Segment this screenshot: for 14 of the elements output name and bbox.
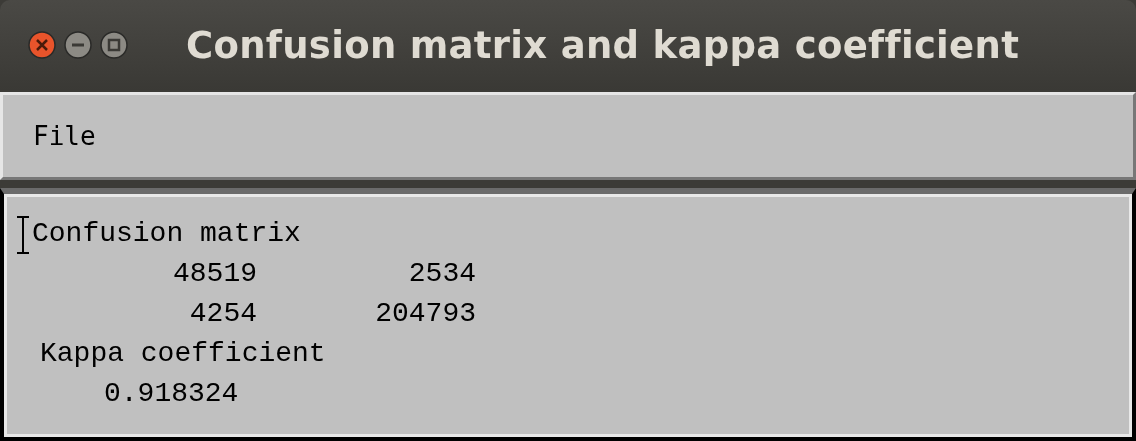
- heading-text: Confusion matrix: [32, 217, 301, 251]
- window-title: Confusion matrix and kappa coefficient: [186, 23, 1020, 67]
- minimize-icon[interactable]: [64, 31, 92, 59]
- close-icon[interactable]: [28, 31, 56, 59]
- output-text-area[interactable]: Confusion matrix 48519 2534 4254 204793 Kappa coefficient 0.918324: [0, 188, 1136, 441]
- matrix-value: 48519: [172, 257, 257, 291]
- matrix-value: 4254: [188, 297, 257, 331]
- matrix-value: 204793: [374, 297, 476, 331]
- kappa-label: Kappa coefficient: [39, 337, 327, 371]
- file-menu[interactable]: File: [33, 121, 96, 151]
- text-cursor-icon: [16, 216, 30, 254]
- kappa-value: 0.918324: [103, 377, 240, 411]
- matrix-value: 2534: [407, 257, 476, 291]
- maximize-icon[interactable]: [100, 31, 128, 59]
